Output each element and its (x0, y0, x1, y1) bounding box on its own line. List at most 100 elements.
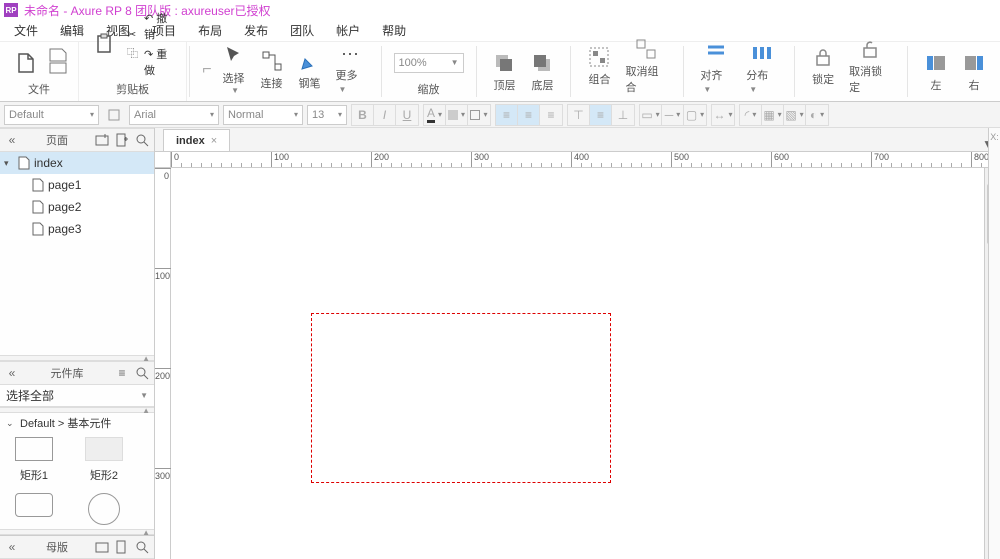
redo-button[interactable]: ↷ 重做 (144, 45, 176, 79)
underline-button[interactable]: U (396, 105, 418, 125)
page-item-index[interactable]: ▾ index (0, 152, 154, 174)
app-icon: RP (4, 3, 18, 17)
lock-button[interactable]: 锁定 (807, 43, 839, 89)
menu-help[interactable]: 帮助 (372, 20, 416, 41)
widget-rect3[interactable] (4, 493, 64, 525)
font-select[interactable]: Arial▾ (129, 105, 219, 125)
collapse-icon[interactable]: « (4, 132, 20, 148)
menu-arrange[interactable]: 布局 (188, 20, 232, 41)
left-sidebar: « 页面 ▾ index page1 page2 page3 (0, 128, 155, 559)
group-align: 对齐▼ 分布▼ (686, 42, 792, 101)
back-button[interactable]: 底层 (526, 49, 558, 95)
canvas-tabs: index × ▼ (155, 128, 1000, 152)
cut-button[interactable]: ✂ (127, 27, 138, 42)
group-order: 顶层 底层 (478, 42, 568, 101)
paste-button[interactable] (89, 30, 121, 58)
valign-mid-button[interactable]: ≡ (590, 105, 612, 125)
arrow-button[interactable]: ↔▾ (712, 105, 734, 125)
more-button[interactable]: ⋯更多▼ (332, 42, 369, 97)
fill-color-button[interactable]: ▾ (446, 105, 468, 125)
menu-publish[interactable]: 发布 (234, 20, 278, 41)
border-width-button[interactable]: ▭▾ (640, 105, 662, 125)
zoom-select[interactable]: 100%▼ (394, 53, 464, 73)
page-icon (32, 222, 44, 236)
page-item-page2[interactable]: page2 (0, 196, 154, 218)
group-clipboard: ✂ ⿻ ↶ 撤销 ↷ 重做 剪贴板 (79, 42, 187, 101)
select-button[interactable]: 选择▼ (218, 42, 250, 97)
shadow-out-button[interactable]: ▦▾ (762, 105, 784, 125)
group-button[interactable]: 组合 (583, 43, 615, 89)
italic-button[interactable]: I (374, 105, 396, 125)
new-file-button[interactable] (10, 49, 42, 77)
align-center-button[interactable]: ≡ (518, 105, 540, 125)
valign-bot-button[interactable]: ⊥ (612, 105, 634, 125)
widget-rect1[interactable]: 矩形1 (4, 437, 64, 483)
shadow-in-button[interactable]: ▧▾ (784, 105, 806, 125)
pages-panel-header: « 页面 (0, 128, 154, 152)
copy-button[interactable]: ⿻ (127, 44, 138, 62)
menu-icon[interactable]: ≡ (114, 365, 130, 381)
border-vis-button[interactable]: ▢▾ (684, 105, 706, 125)
library-select[interactable]: 选择全部 ▼ (0, 385, 154, 407)
ungroup-button[interactable]: 取消组合 (621, 35, 671, 97)
border-color-button[interactable]: ▾ (468, 105, 490, 125)
add-folder-icon[interactable] (94, 539, 110, 555)
weight-select[interactable]: Normal▾ (223, 105, 303, 125)
add-page-icon[interactable] (114, 132, 130, 148)
page-item-page1[interactable]: page1 (0, 174, 154, 196)
style-select[interactable]: Default▾ (4, 105, 99, 125)
library-category[interactable]: ⌄ Default > 基本元件 (0, 413, 154, 433)
add-master-icon[interactable] (114, 539, 130, 555)
clipboard-label: 剪贴板 (116, 81, 149, 97)
page-tree: ▾ index page1 page2 page3 (0, 152, 154, 240)
widget-ellipse[interactable] (74, 493, 134, 525)
valign-top-button[interactable]: ⊤ (568, 105, 590, 125)
page-icon (18, 156, 30, 170)
tab-index[interactable]: index × (163, 129, 230, 151)
search-icon[interactable] (134, 539, 150, 555)
connect-button[interactable]: 连接 (256, 47, 288, 93)
canvas[interactable] (171, 168, 984, 559)
collapse-icon[interactable]: « (4, 539, 20, 555)
style-manage-button[interactable] (103, 105, 125, 125)
file-label: 文件 (28, 81, 50, 97)
distribute-button[interactable]: 分布▼ (742, 39, 782, 97)
size-select[interactable]: 13▾ (307, 105, 347, 125)
align-button[interactable]: 对齐▼ (696, 39, 736, 97)
corner-button[interactable]: ◜▾ (740, 105, 762, 125)
menu-file[interactable]: 文件 (4, 20, 48, 41)
right-pane-button[interactable]: 右 (958, 49, 990, 95)
border-style-button[interactable]: ─▾ (662, 105, 684, 125)
menu-team[interactable]: 团队 (280, 20, 324, 41)
pen-button[interactable]: 钢笔 (294, 47, 326, 93)
file-open-save[interactable] (48, 47, 68, 78)
group-group: 组合 取消组合 (573, 42, 681, 101)
widget-rect2[interactable]: 矩形2 (74, 437, 134, 483)
menu-account[interactable]: 帐户 (326, 20, 370, 41)
right-inspector-collapsed[interactable]: X: (988, 128, 1000, 559)
widget-grid: 矩形1 矩形2 (0, 433, 154, 529)
group-dock: 左 右 (910, 42, 1000, 101)
bracket-left-icon: ⌐ (202, 61, 211, 79)
page-item-page3[interactable]: page3 (0, 218, 154, 240)
bold-button[interactable]: B (352, 105, 374, 125)
group-selection: ⌐ 选择▼ 连接 钢笔 ⋯更多▼ (192, 42, 378, 101)
unlock-button[interactable]: 取消锁定 (845, 35, 895, 97)
opacity-button[interactable]: ◐▾ (806, 105, 828, 125)
close-icon[interactable]: × (211, 135, 217, 147)
front-button[interactable]: 顶层 (488, 49, 520, 95)
menu-edit[interactable]: 编辑 (50, 20, 94, 41)
align-right-button[interactable]: ≡ (540, 105, 562, 125)
left-pane-button[interactable]: 左 (920, 49, 952, 95)
group-file: 文件 (0, 42, 79, 101)
align-left-button[interactable]: ≡ (496, 105, 518, 125)
search-icon[interactable] (134, 365, 150, 381)
undo-button[interactable]: ↶ 撤销 (144, 9, 176, 43)
add-folder-icon[interactable] (94, 132, 110, 148)
collapse-icon[interactable]: « (4, 365, 20, 381)
caret-down-icon[interactable]: ▾ (4, 158, 14, 169)
text-color-button[interactable]: A▾ (424, 105, 446, 125)
hotspot-rect[interactable] (311, 313, 611, 483)
search-icon[interactable] (134, 132, 150, 148)
format-bar: Default▾ Arial▾ Normal▾ 13▾ B I U A▾ ▾ ▾… (0, 102, 1000, 128)
